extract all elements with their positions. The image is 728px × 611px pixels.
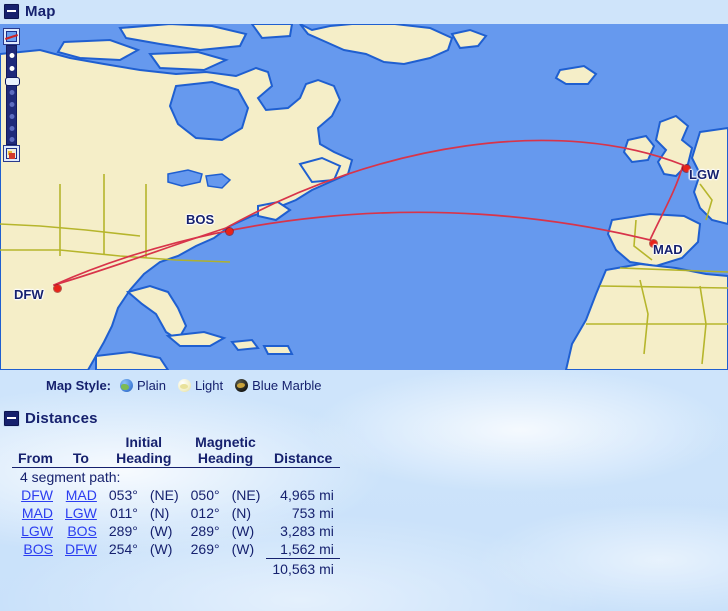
zoom-in-map-icon[interactable] (3, 145, 20, 162)
path-note: 4 segment path: (20, 469, 121, 486)
map-style-option-blue-marble[interactable]: Blue Marble (235, 378, 322, 393)
globe-plain-icon (120, 379, 134, 392)
map-style-option-light[interactable]: Light (177, 378, 224, 393)
initial-heading-deg: 011° (109, 505, 138, 522)
map-canvas[interactable] (0, 24, 728, 370)
segment-distance: 4,965 mi (280, 487, 334, 504)
zoom-out-map-icon[interactable] (3, 28, 20, 45)
initial-heading-deg: 254° (108, 541, 138, 558)
magnetic-heading-cardinal: (N) (231, 505, 252, 522)
zoom-slider-track[interactable] (5, 45, 20, 145)
table-row: BOS DFW 254° (W) 269° (W) 1,562 mi (12, 540, 340, 560)
distances-section-header[interactable]: Distances (0, 407, 728, 430)
path-note-row: 4 segment path: (12, 468, 340, 487)
col-magnetic-heading: Magnetic Heading (184, 434, 267, 469)
map-viewport[interactable]: DFW BOS LGW MAD (0, 24, 728, 370)
segment-from-link[interactable]: LGW (21, 523, 53, 539)
initial-heading-deg: 053° (108, 487, 138, 504)
map-style-row: Map Style: Plain Light Blue Marble (0, 370, 728, 399)
map-style-plain-label: Plain (137, 378, 166, 393)
magnetic-heading-cardinal: (NE) (231, 487, 261, 504)
segment-distance: 1,562 mi (266, 540, 340, 560)
map-style-option-plain[interactable]: Plain (120, 378, 166, 393)
magnetic-heading-cardinal: (W) (231, 541, 255, 558)
magnetic-heading-deg: 269° (190, 541, 220, 558)
total-distance: 10,563 mi (272, 561, 334, 578)
map-section-title: Map (25, 3, 56, 20)
distances-section-title: Distances (25, 410, 98, 427)
table-row: MAD LGW 011° (N) 012° (N) 753 mi (12, 504, 340, 522)
segment-to-link[interactable]: BOS (67, 523, 97, 539)
magnetic-heading-deg: 012° (190, 505, 220, 522)
segment-from-link[interactable]: DFW (21, 487, 53, 503)
segment-from-link[interactable]: BOS (23, 541, 53, 557)
initial-heading-deg: 289° (108, 523, 138, 540)
map-zoom-control[interactable] (3, 28, 20, 162)
minus-box-icon[interactable] (4, 411, 19, 426)
initial-heading-cardinal: (N) (149, 505, 170, 522)
dfw-label: DFW (14, 287, 44, 302)
segment-to-link[interactable]: LGW (65, 505, 97, 521)
distances-table-body: 4 segment path: DFW MAD 053° (NE) 050° (… (12, 468, 340, 579)
initial-heading-cardinal: (W) (149, 523, 173, 540)
distances-table: From To Initial Heading Magnetic Heading… (12, 434, 340, 578)
map-graphic (0, 24, 728, 370)
map-section-header[interactable]: Map (0, 0, 728, 23)
lgw-label: LGW (689, 167, 720, 182)
globe-light-icon (177, 379, 191, 392)
globe-blue-marble-icon (235, 379, 249, 392)
table-row: LGW BOS 289° (W) 289° (W) 3,283 mi (12, 522, 340, 540)
map-style-blue-marble-label: Blue Marble (252, 378, 322, 393)
mad-label: MAD (653, 242, 683, 257)
distances-section: Distances From To Initial Heading Magnet… (0, 399, 728, 578)
col-initial-heading: Initial Heading (102, 434, 185, 469)
magnetic-heading-deg: 289° (190, 523, 220, 540)
map-style-light-label: Light (194, 378, 224, 393)
segment-distance: 753 mi (291, 505, 334, 522)
dfw-dot (54, 285, 61, 292)
magnetic-heading-cardinal: (W) (231, 523, 255, 540)
magnetic-heading-deg: 050° (190, 487, 220, 504)
table-row: DFW MAD 053° (NE) 050° (NE) 4,965 mi (12, 486, 340, 504)
bos-label: BOS (186, 212, 215, 227)
total-row: 10,563 mi (12, 559, 340, 579)
col-from: From (12, 434, 59, 469)
map-style-label: Map Style: (46, 378, 112, 393)
segment-distance: 3,283 mi (280, 523, 334, 540)
col-distance: Distance (266, 434, 340, 469)
bos-dot (226, 228, 233, 235)
col-to: To (59, 434, 103, 469)
initial-heading-cardinal: (W) (149, 541, 173, 558)
segment-to-link[interactable]: DFW (65, 541, 97, 557)
minus-box-icon[interactable] (4, 4, 19, 19)
table-header-row: From To Initial Heading Magnetic Heading… (12, 434, 340, 469)
segment-to-link[interactable]: MAD (66, 487, 97, 503)
distances-table-head: From To Initial Heading Magnetic Heading… (12, 434, 340, 469)
zoom-slider-thumb[interactable] (5, 77, 20, 86)
initial-heading-cardinal: (NE) (149, 487, 179, 504)
segment-from-link[interactable]: MAD (22, 505, 53, 521)
